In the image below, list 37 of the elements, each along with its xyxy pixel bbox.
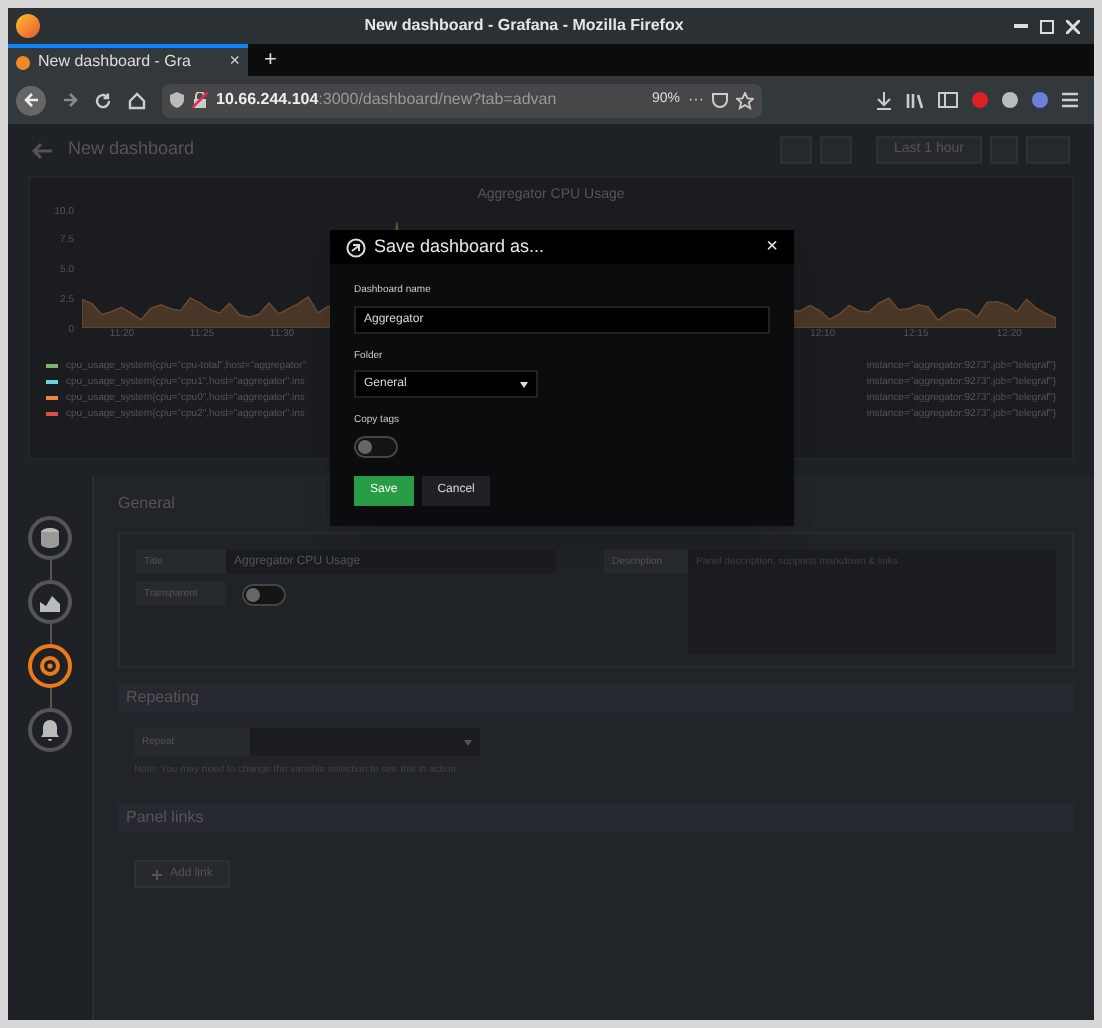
browser-tab[interactable]: New dashboard - Gra × [8, 44, 248, 76]
chart-icon [38, 590, 62, 614]
new-tab-button[interactable]: + [248, 44, 293, 76]
shield-icon [170, 92, 184, 108]
star-icon[interactable] [736, 91, 754, 109]
caret-icon [520, 381, 528, 387]
library-icon[interactable] [906, 91, 924, 109]
back-button[interactable] [16, 85, 46, 115]
menu-icon[interactable] [1062, 92, 1078, 108]
database-icon [38, 526, 62, 550]
dialog-title: Save dashboard as... [374, 233, 545, 260]
sidebar-icon[interactable] [938, 92, 958, 108]
browser-logo-icon [16, 14, 40, 38]
editor-step-button[interactable] [28, 516, 72, 560]
back-arrow-icon [23, 92, 39, 108]
forward-icon[interactable] [62, 92, 78, 108]
close-button[interactable]: × [766, 237, 778, 257]
caret-icon [464, 739, 472, 745]
editor-step-button[interactable] [28, 708, 72, 752]
tab-favicon-icon [16, 55, 30, 69]
reload-icon[interactable] [94, 91, 112, 109]
page-actions-button[interactable]: ··· [688, 88, 704, 112]
editor-step-button[interactable] [28, 644, 72, 688]
download-icon[interactable] [876, 91, 892, 109]
window-title: New dashboard - Grafana - Mozilla Firefox [362, 14, 686, 38]
close-icon[interactable] [1066, 19, 1080, 33]
editor-step-button[interactable] [28, 580, 72, 624]
maximize-icon[interactable] [1040, 19, 1054, 33]
bell-icon [38, 718, 62, 742]
toggle-switch[interactable] [242, 583, 286, 605]
plus-icon [152, 869, 162, 879]
toggle-switch[interactable] [354, 435, 398, 457]
tab-close-button[interactable]: × [229, 48, 240, 76]
tab-title: New dashboard - Gra [38, 50, 193, 74]
insecure-lock-icon [192, 92, 208, 108]
url-text: 10.66.244.104:3000/dashboard/new?tab=advan [216, 88, 557, 112]
home-icon[interactable] [128, 91, 146, 109]
